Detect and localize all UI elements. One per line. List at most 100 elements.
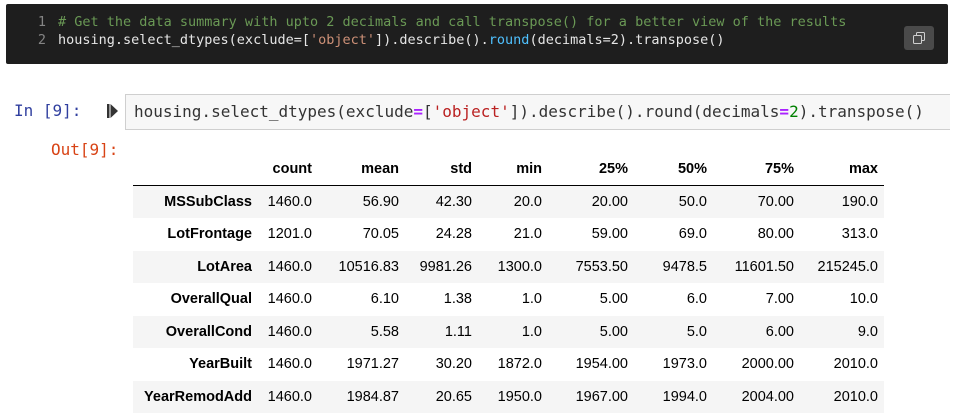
table-cell: 9478.5 (662, 258, 707, 275)
table-cell: 50.0 (678, 194, 707, 210)
table-cell: 1.38 (443, 291, 472, 308)
table-cell: 1460.0 (267, 323, 312, 340)
code-text: (decimals=2).transpose() (529, 32, 725, 48)
table-cell: 1300.0 (497, 258, 542, 275)
table-cell: 20.00 (591, 194, 628, 210)
table-cell: 11601.50 (734, 258, 794, 275)
code-text: housing.select_dtypes(exclude (134, 102, 414, 121)
table-cell: 6.00 (765, 323, 794, 340)
table-cell: 2004.00 (741, 388, 794, 405)
table-cell: 1994.0 (662, 388, 707, 405)
table-cell: 1460.0 (267, 258, 312, 275)
table-cell: 1.0 (521, 323, 542, 340)
output-prompt: Out[9]: (51, 140, 119, 159)
code-snippet-block: 1 # Get the data summary with upto 2 deci… (6, 4, 948, 64)
column-header: 50% (634, 153, 713, 186)
table-cell: 1973.0 (662, 356, 707, 373)
row-index: YearBuilt (189, 356, 252, 373)
table-cell: 1460.0 (267, 194, 312, 210)
table-cell: 5.0 (686, 323, 707, 340)
describe-table: count mean std min 25% 50% 75% max MSSub… (133, 153, 884, 413)
table-cell: 7.00 (765, 291, 794, 308)
table-cell: 1.0 (521, 291, 542, 308)
table-cell: 5.00 (599, 291, 628, 308)
table-cell: 30.20 (435, 356, 472, 373)
table-row: LotFrontage 1201.0 70.05 24.28 21.0 59.0… (133, 218, 884, 251)
table-cell: 1984.87 (346, 388, 399, 405)
row-index: LotArea (197, 258, 252, 275)
table-cell: 24.28 (435, 226, 472, 243)
table-cell: 70.00 (757, 194, 794, 210)
line-number: 2 (37, 32, 46, 48)
code-operator: = (413, 102, 423, 121)
table-cell: 1460.0 (267, 356, 312, 373)
row-index: MSSubClass (164, 194, 252, 210)
code-operator: = (779, 102, 790, 121)
run-cell-button[interactable] (107, 103, 119, 124)
column-header: count (258, 153, 318, 186)
table-cell: 1872.0 (497, 356, 542, 373)
table-cell: 6.10 (370, 291, 399, 308)
table-cell: 1460.0 (267, 291, 312, 308)
table-cell: 70.05 (362, 226, 399, 243)
table-cell: 9.0 (857, 323, 878, 340)
line-number: 1 (37, 14, 46, 30)
code-string: 'object' (309, 32, 375, 48)
table-cell: 10516.83 (338, 258, 399, 275)
table-cell: 1460.0 (267, 388, 312, 405)
table-row: YearRemodAdd 1460.0 1984.87 20.65 1950.0… (133, 380, 884, 413)
table-cell: 1950.0 (497, 388, 542, 405)
dataframe-output: count mean std min 25% 50% 75% max MSSub… (133, 153, 884, 413)
row-index: OverallQual (170, 291, 252, 308)
table-cell: 1.11 (444, 323, 472, 340)
table-cell: 69.0 (678, 226, 707, 243)
code-text: [ (423, 102, 433, 121)
code-number: 2 (789, 102, 799, 121)
table-cell: 215245.0 (817, 258, 878, 275)
code-cell-input[interactable]: housing.select_dtypes(exclude=['object']… (125, 94, 950, 130)
code-text: housing.select_dtypes(exclude=[ (58, 32, 310, 48)
table-cell: 2000.00 (741, 356, 794, 373)
row-index: LotFrontage (167, 226, 252, 243)
index-header (133, 153, 258, 186)
table-row: OverallQual 1460.0 6.10 1.38 1.0 5.00 6.… (133, 283, 884, 316)
column-header: 75% (713, 153, 800, 186)
table-cell: 1954.00 (575, 356, 628, 373)
table-cell: 2010.0 (833, 388, 878, 405)
column-header: mean (318, 153, 405, 186)
code-function: round (488, 32, 530, 48)
code-line-2: 2 housing.select_dtypes(exclude=['object'… (6, 30, 725, 50)
code-string: 'object' (432, 102, 510, 121)
table-cell: 59.00 (591, 226, 628, 243)
table-cell: 2010.0 (833, 356, 878, 373)
table-cell: 313.0 (841, 226, 878, 243)
code-line-1: 1 # Get the data summary with upto 2 deci… (6, 12, 847, 32)
row-index: YearRemodAdd (144, 388, 252, 405)
table-cell: 9981.26 (419, 258, 472, 275)
table-cell: 21.0 (513, 226, 542, 243)
table-cell: 190.0 (841, 194, 878, 210)
table-cell: 6.0 (686, 291, 707, 308)
table-cell: 42.30 (435, 194, 472, 210)
table-header-row: count mean std min 25% 50% 75% max (133, 153, 884, 186)
copy-button[interactable] (904, 26, 934, 50)
table-row: OverallCond 1460.0 5.58 1.11 1.0 5.00 5.… (133, 315, 884, 348)
table-cell: 5.58 (370, 323, 399, 340)
table-row: LotArea 1460.0 10516.83 9981.26 1300.0 7… (133, 250, 884, 283)
table-cell: 1967.00 (575, 388, 628, 405)
table-row: MSSubClass 1460.0 56.90 42.30 20.0 20.00… (133, 185, 884, 218)
table-cell: 20.65 (435, 388, 472, 405)
table-row: YearBuilt 1460.0 1971.27 30.20 1872.0 19… (133, 348, 884, 381)
run-cell-icon (107, 104, 118, 118)
table-cell: 1971.27 (346, 356, 399, 373)
row-index: OverallCond (165, 323, 252, 340)
table-cell: 56.90 (362, 194, 399, 210)
column-header: std (405, 153, 478, 186)
code-comment: # Get the data summary with upto 2 decim… (58, 14, 847, 30)
table-cell: 7553.50 (575, 258, 628, 275)
table-cell: 10.0 (849, 291, 878, 308)
table-cell: 1201.0 (267, 226, 312, 243)
column-header: min (478, 153, 548, 186)
code-text: ]).describe().round(decimals (509, 102, 780, 121)
code-text: ).transpose() (798, 102, 924, 121)
